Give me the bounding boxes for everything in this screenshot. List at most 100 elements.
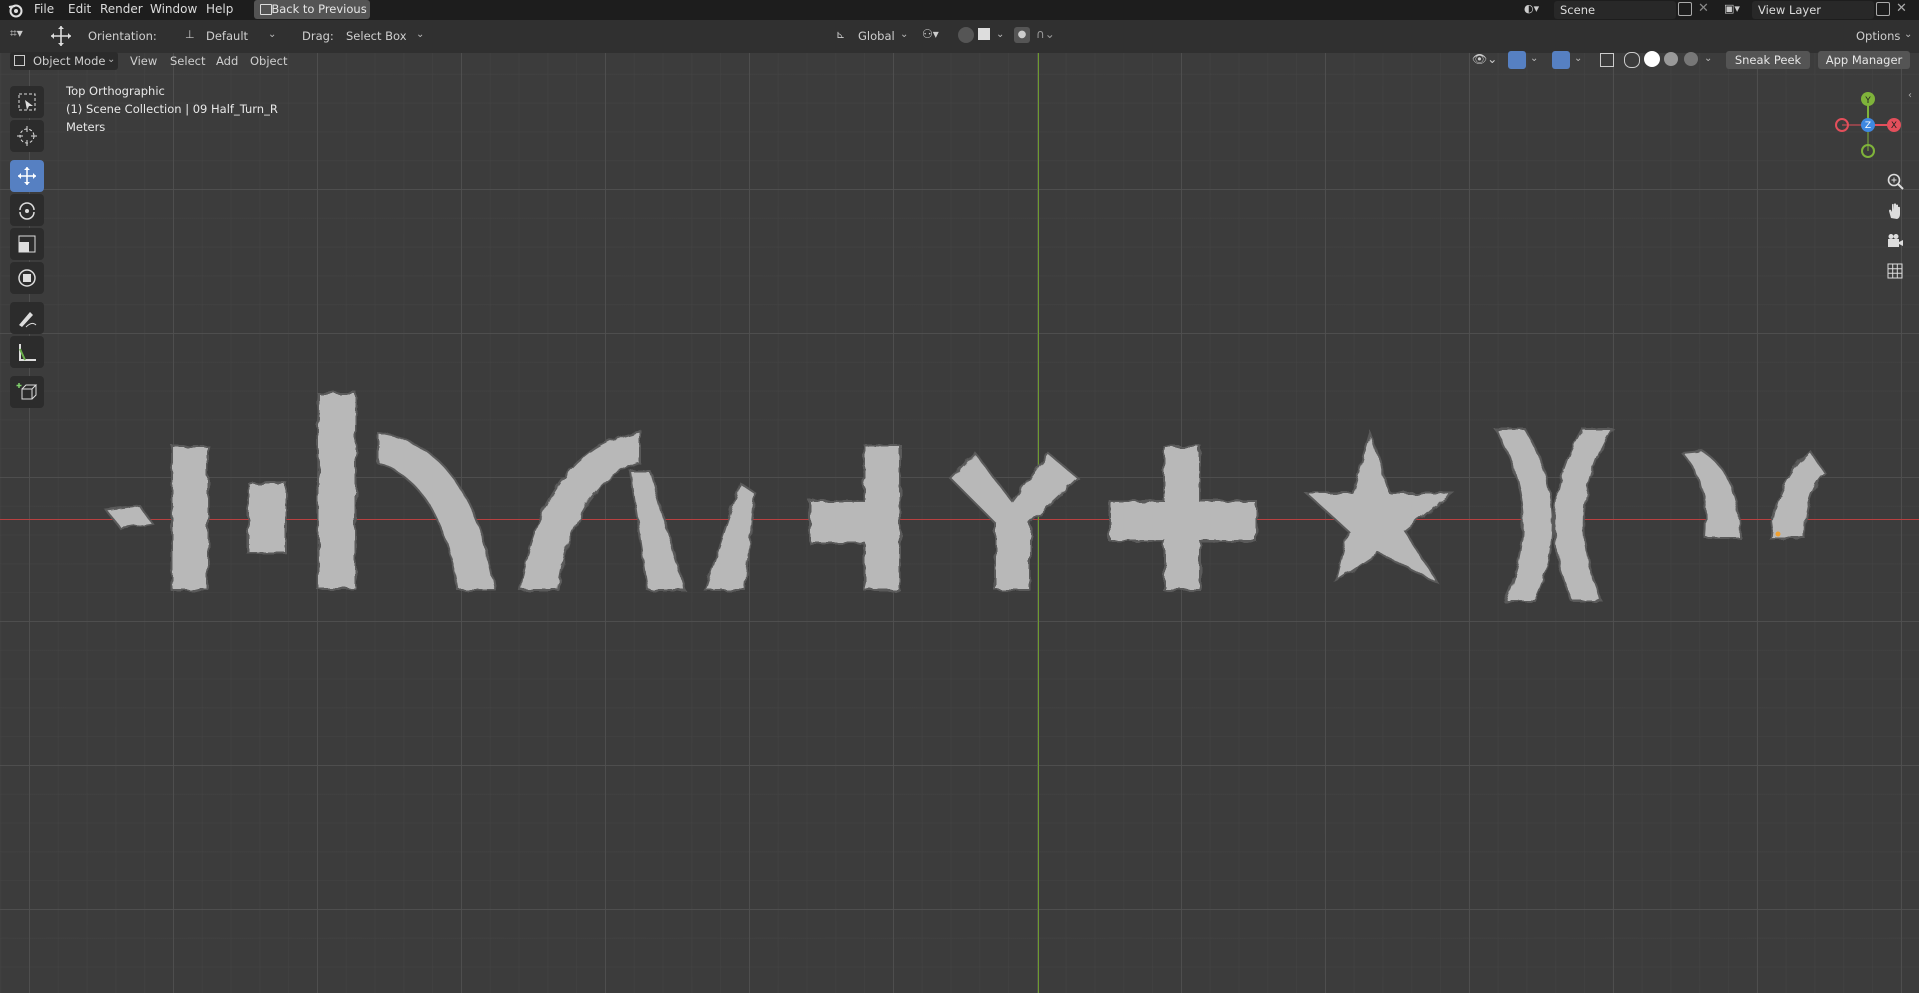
- chevron-down-icon: ⌄: [268, 29, 277, 40]
- snap-target-icon[interactable]: [978, 28, 990, 40]
- top-menu-bar: File Edit Render Window Help Back to Pre…: [0, 0, 1919, 20]
- chevron-down-icon: ⌄: [107, 54, 116, 65]
- material-shading-icon[interactable]: [1664, 52, 1678, 66]
- view-layer-icon[interactable]: ▣▾: [1724, 2, 1748, 18]
- wireframe-shading-icon[interactable]: [1624, 52, 1640, 68]
- back-to-previous-button[interactable]: Back to Previous: [254, 0, 370, 19]
- mode-dropdown[interactable]: Object Mode ⌄: [10, 52, 118, 70]
- mesh-straight-long: [317, 392, 357, 590]
- scale-tool[interactable]: [10, 228, 44, 260]
- drag-dropdown[interactable]: Select Box ⌄: [340, 27, 430, 45]
- view-name: Top Orthographic: [66, 84, 165, 98]
- chevron-down-icon[interactable]: ⌄: [1530, 53, 1538, 64]
- chevron-down-icon: ⌄: [900, 29, 909, 40]
- measure-icon: [19, 344, 36, 361]
- add-cube-icon: [16, 383, 38, 400]
- move-tool-icon[interactable]: [50, 25, 72, 47]
- navigation-gizmo[interactable]: Y Z X: [1828, 83, 1908, 163]
- snap-toggle-icon[interactable]: [958, 27, 974, 43]
- blender-logo-icon[interactable]: [7, 2, 23, 18]
- transform-space-dropdown[interactable]: ⊾ Global ⌄: [834, 27, 914, 45]
- measure-tool[interactable]: [10, 336, 44, 368]
- menu-window[interactable]: Window: [150, 2, 197, 16]
- mesh-straight-1: [171, 445, 209, 591]
- solid-shading-icon[interactable]: [1644, 51, 1660, 67]
- transform-icon: [18, 269, 36, 287]
- chevron-down-icon: ⌄: [1904, 29, 1913, 40]
- pivot-point-icon[interactable]: ⚇▾: [922, 27, 939, 41]
- mesh-curve-right: [1493, 428, 1554, 602]
- camera-view-icon[interactable]: [1882, 228, 1908, 254]
- chevron-down-icon[interactable]: ⌄: [1704, 53, 1712, 64]
- header-menu-add[interactable]: Add: [216, 54, 238, 68]
- view-layer-field[interactable]: View Layer: [1752, 1, 1874, 19]
- mode-label: Object Mode: [33, 54, 106, 68]
- drag-value: Select Box: [346, 29, 407, 43]
- object-origin: [1775, 531, 1781, 537]
- falloff-icon[interactable]: ∩⌄: [1036, 27, 1055, 41]
- overlays-toggle-icon[interactable]: [1552, 51, 1570, 69]
- menu-file[interactable]: File: [34, 2, 54, 16]
- mesh-t-junction: [809, 444, 901, 591]
- scene-field[interactable]: Scene: [1554, 1, 1676, 19]
- menu-help[interactable]: Help: [206, 2, 233, 16]
- chevron-down-icon[interactable]: ⌄: [1574, 53, 1582, 64]
- mesh-y-junction: [948, 451, 1080, 591]
- options-dropdown[interactable]: Options ⌄: [1848, 27, 1914, 45]
- header-menu-select[interactable]: Select: [170, 54, 205, 68]
- proportional-edit-icon[interactable]: ●: [1014, 27, 1030, 43]
- scene-close-icon[interactable]: ✕: [1698, 1, 1709, 16]
- visibility-icon[interactable]: 👁⌄: [1472, 52, 1497, 66]
- sneak-peek-button[interactable]: Sneak Peek: [1726, 51, 1810, 69]
- gizmo-x-label: X: [1891, 121, 1897, 131]
- object-mode-icon: [14, 55, 25, 66]
- mesh-small-bend-l: [1679, 449, 1742, 539]
- xray-icon[interactable]: [1600, 53, 1614, 67]
- gizmo-z-label: Z: [1865, 121, 1871, 131]
- annotate-tool[interactable]: [10, 302, 44, 334]
- rotate-icon: [19, 202, 35, 220]
- pan-hand-icon[interactable]: [1882, 198, 1908, 224]
- rendered-shading-icon[interactable]: [1684, 52, 1698, 66]
- header-menu-view[interactable]: View: [130, 54, 157, 68]
- editor-type-icon[interactable]: ⌗▾: [10, 26, 23, 41]
- view-layer-close-icon[interactable]: ✕: [1896, 1, 1907, 16]
- orientation-icon: ⊥: [185, 28, 195, 41]
- mesh-angle-left: [628, 470, 687, 591]
- collection-info: (1) Scene Collection | 09 Half_Turn_R: [66, 102, 278, 116]
- header-menu-object[interactable]: Object: [250, 54, 287, 68]
- chevron-down-icon[interactable]: ⌄: [996, 29, 1004, 40]
- zoom-icon[interactable]: [1882, 168, 1908, 194]
- transform-tool[interactable]: [10, 262, 44, 294]
- move-tool[interactable]: [10, 160, 44, 192]
- rotate-tool[interactable]: [10, 194, 44, 226]
- select-box-icon: [18, 93, 36, 111]
- scene-copy-icon[interactable]: [1678, 2, 1692, 16]
- chevron-down-icon: ⌄: [416, 29, 425, 40]
- gizmo-toggle-icon[interactable]: [1508, 51, 1526, 69]
- mesh-end-cap: [104, 504, 154, 530]
- drag-label: Drag:: [302, 29, 334, 43]
- app-manager-button[interactable]: App Manager: [1818, 51, 1910, 69]
- add-cube-tool[interactable]: [10, 376, 44, 408]
- select-box-tool[interactable]: [10, 86, 44, 118]
- transform-space-value: Global: [858, 29, 895, 43]
- back-to-previous-label: Back to Previous: [271, 2, 367, 16]
- gizmo-y-label: Y: [1864, 96, 1871, 106]
- cursor-tool[interactable]: [10, 120, 44, 152]
- global-axis-icon: ⊾: [836, 28, 846, 41]
- 3d-viewport[interactable]: Object Mode ⌄ View Select Add Object 👁⌄ …: [0, 51, 1919, 993]
- view-layer-copy-icon[interactable]: [1876, 2, 1890, 16]
- scene-type-icon[interactable]: ◐▾: [1524, 2, 1548, 18]
- sidebar-toggle-icon[interactable]: ‹: [1908, 90, 1912, 101]
- mesh-objects: [104, 392, 1827, 602]
- menu-edit[interactable]: Edit: [68, 2, 91, 16]
- orientation-label: Orientation:: [88, 29, 157, 43]
- ortho-grid-icon[interactable]: [1882, 258, 1908, 284]
- mesh-straight-short: [247, 482, 287, 554]
- menu-render[interactable]: Render: [100, 2, 143, 16]
- mesh-half-turn-r: [518, 429, 641, 591]
- options-label: Options: [1856, 29, 1901, 43]
- orientation-dropdown[interactable]: ⊥ Default ⌄: [182, 27, 280, 45]
- move-icon: [18, 167, 36, 185]
